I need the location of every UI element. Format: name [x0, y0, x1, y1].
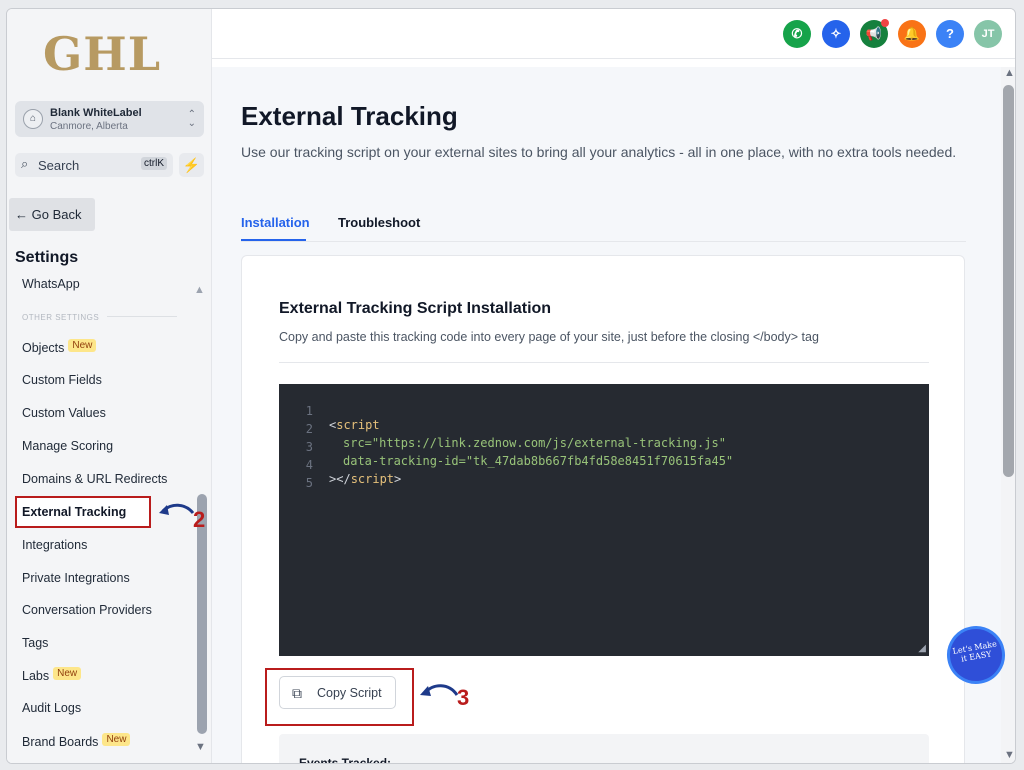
- sidebar-item-audit-logs[interactable]: Audit Logs: [22, 701, 81, 715]
- tab-installation[interactable]: Installation: [241, 215, 310, 230]
- card-title: External Tracking Script Installation: [279, 300, 552, 317]
- arrow-annotation-icon: [159, 503, 195, 515]
- scrollbar-thumb[interactable]: [1003, 85, 1014, 477]
- new-badge: New: [68, 339, 97, 352]
- sidebar: GHL ⌂ Blank WhiteLabel Canmore, Alberta …: [7, 9, 212, 763]
- sidebar-item-label: Objects: [22, 341, 65, 355]
- main-content: External Tracking Use our tracking scrip…: [212, 67, 1002, 764]
- account-switcher[interactable]: ⌂ Blank WhiteLabel Canmore, Alberta ⌃ ⌄: [15, 101, 204, 137]
- location-icon: ⌂: [23, 109, 43, 129]
- tabs-divider: [241, 241, 966, 242]
- sidebar-item-labs[interactable]: Labs New: [22, 667, 82, 683]
- page-description: Use our tracking script on your external…: [241, 144, 957, 160]
- sidebar-item-brand-boards[interactable]: Brand Boards New: [22, 733, 131, 749]
- code-editor[interactable]: 1 <script 2 src="https://link.zednow.com…: [279, 384, 929, 656]
- copy-icon: ⧉: [292, 685, 302, 701]
- sidebar-item-private-integrations[interactable]: Private Integrations: [22, 571, 130, 585]
- help-icon[interactable]: ?: [936, 20, 964, 48]
- sidebar-item-label: Brand Boards: [22, 735, 99, 749]
- sidebar-item-conversation-providers[interactable]: Conversation Providers: [22, 603, 152, 617]
- sidebar-item-objects[interactable]: Objects New: [22, 339, 97, 355]
- app-window: GHL ⌂ Blank WhiteLabel Canmore, Alberta …: [6, 8, 1016, 764]
- search-shortcut: ctrlK: [141, 157, 167, 170]
- divider: [279, 362, 929, 363]
- chevron-up-down-icon: ⌃ ⌄: [187, 109, 196, 129]
- active-tab-indicator: [241, 239, 306, 241]
- settings-title: Settings: [15, 249, 79, 266]
- page-title: External Tracking: [241, 101, 458, 131]
- events-tracked-label: Events Tracked:: [299, 756, 392, 764]
- top-bar: ✆ ✧ 📢 🔔 ? JT: [212, 9, 1015, 59]
- new-badge: New: [53, 667, 82, 680]
- tab-troubleshoot[interactable]: Troubleshoot: [338, 215, 420, 230]
- quick-action-icon[interactable]: ⚡: [179, 153, 204, 177]
- step-3-marker: 3: [457, 685, 470, 710]
- card-description: Copy and paste this tracking code into e…: [279, 330, 819, 344]
- sidebar-item-custom-fields[interactable]: Custom Fields: [22, 373, 102, 387]
- search-label: Search: [38, 158, 80, 173]
- installation-card: External Tracking Script Installation Co…: [241, 255, 965, 764]
- account-location: Canmore, Alberta: [50, 121, 128, 132]
- scroll-up-icon[interactable]: ▲: [194, 284, 205, 296]
- resize-handle-icon[interactable]: ◢: [918, 643, 926, 654]
- copy-script-label: Copy Script: [317, 686, 382, 700]
- search-button[interactable]: ⌕ Search ctrlK: [15, 153, 173, 177]
- code-line: 2 src="https://link.zednow.com/js/extern…: [305, 422, 726, 450]
- arrow-annotation-icon: [420, 684, 459, 696]
- bell-icon[interactable]: 🔔: [898, 20, 926, 48]
- sidebar-item-label: Labs: [22, 669, 50, 683]
- sidebar-item-integrations[interactable]: Integrations: [22, 538, 87, 552]
- section-label-other-settings: OTHER SETTINGS: [22, 313, 100, 322]
- magic-wand-icon[interactable]: ✧: [822, 20, 850, 48]
- step-2-marker: 2: [193, 507, 206, 532]
- megaphone-icon[interactable]: 📢: [860, 19, 889, 48]
- sidebar-item-tags[interactable]: Tags: [22, 636, 48, 650]
- scroll-down-icon[interactable]: ▼: [195, 741, 206, 753]
- account-name: Blank WhiteLabel: [50, 107, 142, 119]
- sidebar-item-manage-scoring[interactable]: Manage Scoring: [22, 439, 113, 453]
- events-tracked-panel: Events Tracked:: [279, 734, 929, 764]
- code-line: 1 <script: [305, 404, 380, 432]
- copy-script-button[interactable]: ⧉ Copy Script: [279, 676, 396, 709]
- sidebar-item-whatsapp[interactable]: WhatsApp: [22, 277, 80, 291]
- go-back-button[interactable]: ← Go Back: [9, 198, 95, 231]
- code-line: 3 data-tracking-id="tk_47dab8b667fb4fd58…: [305, 440, 734, 468]
- search-icon: ⌕: [21, 156, 29, 171]
- code-line: 4 ></script>: [305, 458, 402, 486]
- divider: [107, 316, 177, 317]
- logo: GHL: [43, 27, 162, 81]
- avatar[interactable]: JT: [974, 20, 1002, 48]
- scroll-up-icon[interactable]: ▲: [1004, 67, 1015, 79]
- phone-icon[interactable]: ✆: [783, 20, 811, 48]
- new-badge: New: [102, 733, 131, 746]
- scroll-down-icon[interactable]: ▼: [1004, 749, 1015, 761]
- sidebar-item-custom-values[interactable]: Custom Values: [22, 406, 106, 420]
- code-line: 5: [305, 476, 313, 490]
- sidebar-item-external-tracking[interactable]: External Tracking: [22, 505, 126, 519]
- sidebar-item-domains[interactable]: Domains & URL Redirects: [22, 472, 167, 486]
